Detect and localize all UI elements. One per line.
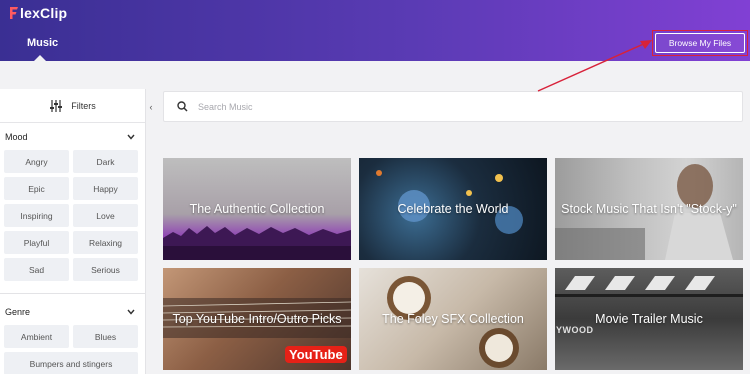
tag-bumpers-and-stingers[interactable]: Bumpers and stingers bbox=[4, 352, 138, 374]
tag-serious[interactable]: Serious bbox=[73, 258, 138, 281]
active-tab-indicator bbox=[34, 55, 46, 61]
browse-my-files-button[interactable]: Browse My Files bbox=[655, 33, 745, 53]
search-icon bbox=[177, 101, 188, 112]
tag-inspiring[interactable]: Inspiring bbox=[4, 204, 69, 227]
clapperboard-text: YWOOD bbox=[556, 325, 594, 335]
collection-title: Stock Music That Isn't "Stock-y" bbox=[561, 202, 737, 216]
tab-music[interactable]: Music bbox=[27, 37, 58, 49]
tag-epic[interactable]: Epic bbox=[4, 177, 69, 200]
tag-sad[interactable]: Sad bbox=[4, 258, 69, 281]
chevron-down-icon[interactable] bbox=[127, 309, 135, 315]
collapse-sidebar-button[interactable]: ‹ bbox=[146, 94, 156, 120]
mood-section-header[interactable]: Mood bbox=[0, 123, 145, 150]
collection-title: Celebrate the World bbox=[397, 202, 509, 216]
tag-happy[interactable]: Happy bbox=[73, 177, 138, 200]
tag-dark[interactable]: Dark bbox=[73, 150, 138, 173]
app-header: lexClip Music Browse My Files bbox=[0, 0, 750, 61]
section-divider bbox=[0, 293, 145, 294]
tag-playful[interactable]: Playful bbox=[4, 231, 69, 254]
filter-sidebar: Filters Mood Angry Dark Epic Happy Inspi… bbox=[0, 89, 146, 374]
mood-tag-grid: Angry Dark Epic Happy Inspiring Love Pla… bbox=[0, 150, 145, 281]
collection-title: The Authentic Collection bbox=[189, 202, 325, 216]
collection-card-movie-trailer[interactable]: Movie Trailer Music bbox=[555, 268, 743, 370]
logo-text: lexClip bbox=[20, 5, 68, 21]
genre-tag-grid: Ambient Blues Bumpers and stingers bbox=[0, 325, 145, 374]
search-input[interactable] bbox=[198, 101, 498, 112]
genre-section-header[interactable]: Genre bbox=[0, 298, 145, 325]
tag-love[interactable]: Love bbox=[73, 204, 138, 227]
collection-card-stock-music[interactable]: Stock Music That Isn't "Stock-y" bbox=[555, 158, 743, 260]
tag-angry[interactable]: Angry bbox=[4, 150, 69, 173]
mood-section-title: Mood bbox=[5, 131, 28, 142]
tag-blues[interactable]: Blues bbox=[73, 325, 138, 348]
sliders-icon bbox=[50, 99, 63, 112]
youtube-logo: YouTube bbox=[285, 346, 347, 363]
flexclip-logo[interactable]: lexClip bbox=[9, 5, 67, 21]
genre-section-title: Genre bbox=[5, 306, 31, 317]
collection-card-authentic[interactable]: The Authentic Collection bbox=[163, 158, 351, 260]
filters-header[interactable]: Filters bbox=[0, 89, 145, 123]
collection-title: Top YouTube Intro/Outro Picks bbox=[172, 312, 342, 326]
filters-label: Filters bbox=[71, 100, 96, 111]
collection-title: The Foley SFX Collection bbox=[382, 312, 524, 326]
chevron-left-icon: ‹ bbox=[149, 102, 153, 112]
collection-card-foley-sfx[interactable]: The Foley SFX Collection bbox=[359, 268, 547, 370]
collection-card-celebrate[interactable]: Celebrate the World bbox=[359, 158, 547, 260]
search-bar bbox=[163, 91, 743, 122]
youtube-logo-text: YouTube bbox=[285, 346, 347, 363]
collection-title: Movie Trailer Music bbox=[595, 312, 703, 326]
flexclip-f-logo-icon bbox=[10, 7, 18, 19]
tag-ambient[interactable]: Ambient bbox=[4, 325, 69, 348]
tag-relaxing[interactable]: Relaxing bbox=[73, 231, 138, 254]
chevron-down-icon[interactable] bbox=[127, 134, 135, 140]
